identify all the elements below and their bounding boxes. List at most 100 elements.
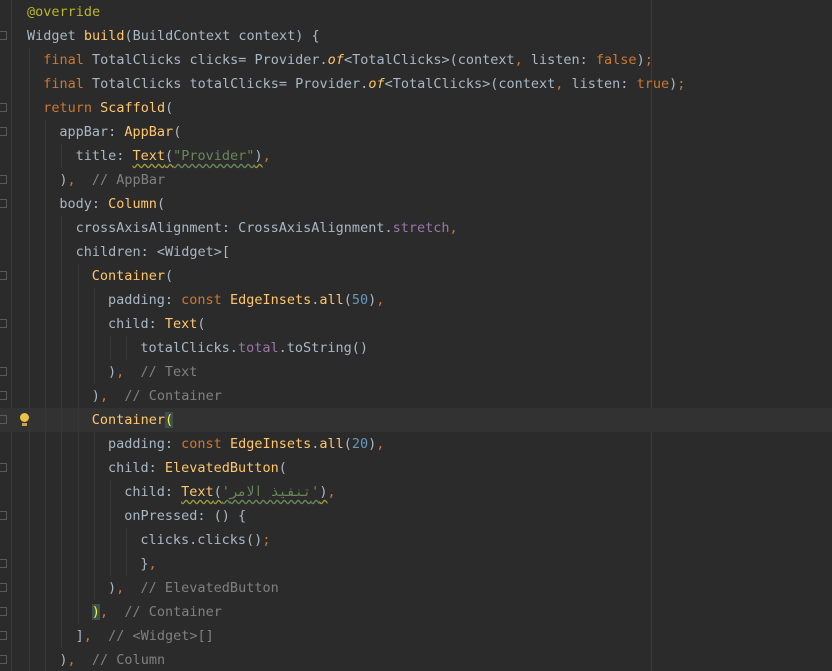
- fold-marker-icon[interactable]: [0, 199, 7, 208]
- code-line[interactable]: },: [0, 552, 832, 576]
- code-line[interactable]: ), // Column: [0, 648, 832, 671]
- code-token: .toString(): [278, 340, 368, 356]
- indent-guide: [61, 552, 63, 576]
- code-token: ): [108, 364, 117, 380]
- code-token: child:: [108, 460, 165, 476]
- code-text: title: Text("Provider"),: [76, 144, 271, 168]
- indent-guide: [61, 384, 63, 408]
- indent-guide: [61, 144, 63, 168]
- fold-marker-icon[interactable]: [0, 559, 7, 568]
- indent-guide: [110, 480, 111, 504]
- code-line[interactable]: ), // Container: [0, 384, 832, 408]
- code-line[interactable]: child: ElevatedButton(: [0, 456, 832, 480]
- code-token: false: [595, 52, 637, 68]
- code-line[interactable]: final TotalClicks clicks= Provider.of<To…: [0, 48, 832, 72]
- indent-guide: [45, 432, 47, 456]
- code-line[interactable]: children: <Widget>[: [0, 240, 832, 264]
- code-line[interactable]: Container(: [0, 264, 832, 288]
- code-line[interactable]: Widget build(BuildContext context) {: [0, 24, 832, 48]
- code-line[interactable]: Container(: [0, 408, 832, 432]
- code-token: of: [368, 76, 385, 92]
- code-editor[interactable]: @override Widget build(BuildContext conte…: [0, 0, 832, 671]
- indent-guide: [29, 432, 30, 456]
- fold-marker-icon[interactable]: [0, 103, 7, 112]
- code-token: ,: [514, 52, 531, 68]
- code-line[interactable]: appBar: AppBar(: [0, 120, 832, 144]
- code-text: child: Text(: [108, 312, 206, 336]
- code-line[interactable]: body: Column(: [0, 192, 832, 216]
- code-token: of: [327, 52, 344, 68]
- code-token: ,: [67, 652, 92, 668]
- code-line[interactable]: child: Text(: [0, 312, 832, 336]
- indent-guide: [29, 168, 30, 192]
- indent-guide: [93, 432, 95, 456]
- code-line[interactable]: ), // Container: [0, 600, 832, 624]
- fold-marker-icon[interactable]: [0, 271, 7, 280]
- indent-guide: [61, 432, 63, 456]
- fold-marker-icon[interactable]: [0, 391, 7, 400]
- fold-marker-icon[interactable]: [0, 583, 7, 592]
- indent-guide: [110, 552, 111, 576]
- code-token: (: [278, 460, 287, 476]
- indent-guide: [77, 504, 79, 528]
- code-line[interactable]: final TotalClicks totalClicks= Provider.…: [0, 72, 832, 96]
- indent-guide: [61, 360, 63, 384]
- fold-marker-icon[interactable]: [0, 463, 7, 472]
- code-token: all: [319, 436, 344, 452]
- code-text: },: [140, 552, 156, 576]
- fold-marker-icon[interactable]: [0, 631, 7, 640]
- indent-guide: [45, 216, 47, 240]
- code-line[interactable]: clicks.clicks();: [0, 528, 832, 552]
- lightbulb-icon[interactable]: [20, 413, 29, 426]
- code-token: ): [636, 52, 645, 68]
- code-token: const: [181, 292, 230, 308]
- code-line[interactable]: ), // Text: [0, 360, 832, 384]
- code-text: ], // <Widget>[]: [76, 624, 214, 648]
- indent-guide: [29, 408, 30, 432]
- code-line[interactable]: return Scaffold(: [0, 96, 832, 120]
- code-token: ,: [83, 628, 109, 644]
- code-token: const: [181, 436, 230, 452]
- code-line[interactable]: child: Text('تنفيذ الامر'),: [0, 480, 832, 504]
- indent-guide: [61, 456, 63, 480]
- code-token: 50: [351, 292, 369, 308]
- fold-marker-icon[interactable]: [0, 319, 7, 328]
- indent-guide: [45, 480, 47, 504]
- code-line[interactable]: ), // ElevatedButton: [0, 576, 832, 600]
- indent-guide: [45, 120, 47, 144]
- code-token: // Container: [124, 388, 222, 404]
- fold-marker-icon[interactable]: [0, 655, 7, 664]
- code-token: TotalClicks clicks= Provider.: [91, 52, 328, 68]
- code-token: 'تنفيذ الامر': [221, 484, 320, 500]
- indent-guide: [29, 48, 30, 72]
- fold-marker-icon[interactable]: [0, 367, 7, 376]
- code-line[interactable]: totalClicks.total.toString(): [0, 336, 832, 360]
- code-token: ]: [75, 628, 84, 644]
- code-token: build: [83, 28, 125, 44]
- code-line[interactable]: padding: const EdgeInsets.all(50),: [0, 288, 832, 312]
- fold-marker-icon[interactable]: [0, 127, 7, 136]
- code-line[interactable]: ), // AppBar: [0, 168, 832, 192]
- fold-marker-icon[interactable]: [0, 511, 7, 520]
- fold-marker-icon[interactable]: [0, 415, 7, 424]
- code-line[interactable]: padding: const EdgeInsets.all(20),: [0, 432, 832, 456]
- code-token: <TotalClicks>(context: [343, 52, 515, 68]
- code-token: ,: [262, 148, 271, 164]
- code-lines[interactable]: @override Widget build(BuildContext conte…: [0, 0, 832, 671]
- code-token: padding:: [108, 292, 182, 308]
- indent-guide: [45, 528, 47, 552]
- code-token: ;: [262, 532, 271, 548]
- code-line[interactable]: ], // <Widget>[]: [0, 624, 832, 648]
- indent-guide: [29, 528, 30, 552]
- code-line[interactable]: @override: [0, 0, 832, 24]
- code-text: ), // Container: [91, 600, 222, 624]
- code-line[interactable]: title: Text("Provider"),: [0, 144, 832, 168]
- code-line[interactable]: onPressed: () {: [0, 504, 832, 528]
- code-token: Container: [91, 412, 165, 428]
- code-token: totalClicks.: [140, 340, 238, 356]
- fold-marker-icon[interactable]: [0, 175, 7, 184]
- code-token: padding:: [108, 436, 182, 452]
- code-line[interactable]: crossAxisAlignment: CrossAxisAlignment.s…: [0, 216, 832, 240]
- fold-marker-icon[interactable]: [0, 607, 7, 616]
- fold-marker-icon[interactable]: [0, 31, 7, 40]
